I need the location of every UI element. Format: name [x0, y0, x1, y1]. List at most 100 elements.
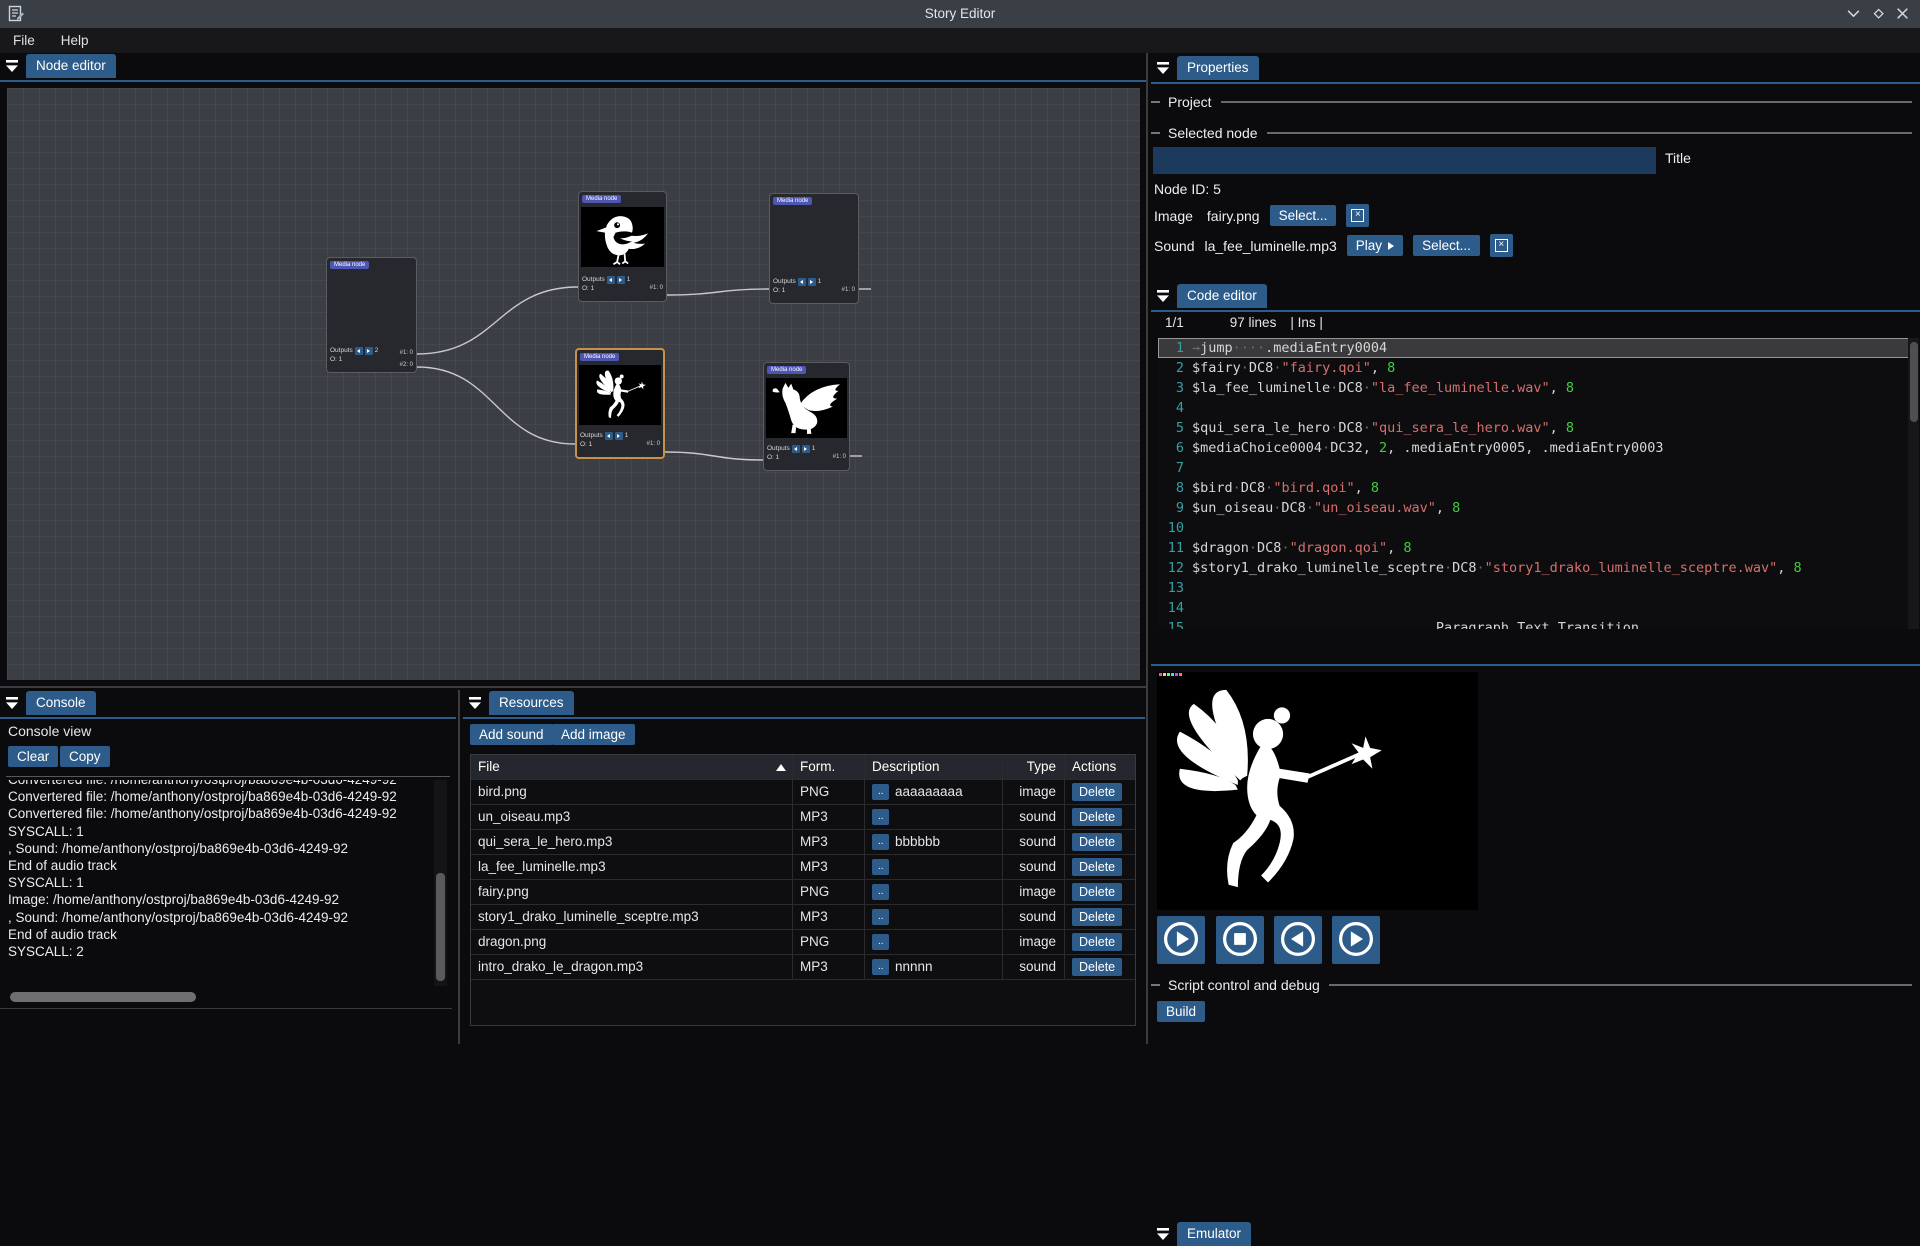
decrement-outputs-button[interactable]: [792, 445, 800, 453]
delete-button[interactable]: Delete: [1072, 808, 1122, 826]
code-line[interactable]: 7: [1158, 458, 1910, 478]
horizontal-splitter[interactable]: [0, 686, 1146, 688]
output-pin-label[interactable]: #2: 0: [400, 362, 413, 368]
edit-description-button[interactable]: ..: [872, 909, 889, 925]
console-clear-button[interactable]: Clear: [8, 746, 58, 767]
code-line[interactable]: 6$mediaChoice0004·DC32, 2, .mediaEntry00…: [1158, 438, 1910, 458]
resource-row[interactable]: fairy.pngPNG..imageDelete: [471, 880, 1135, 905]
node-title-input[interactable]: [1153, 147, 1656, 174]
console-scrollbar-thumb[interactable]: [436, 873, 445, 981]
console-copy-button[interactable]: Copy: [60, 746, 110, 767]
code-line[interactable]: 12$story1_drako_luminelle_sceptre·DC8·"s…: [1158, 558, 1910, 578]
resource-row[interactable]: un_oiseau.mp3MP3..soundDelete: [471, 805, 1135, 830]
add-sound-button[interactable]: Add sound: [470, 724, 553, 745]
column-header-file[interactable]: File: [471, 755, 793, 779]
code-line[interactable]: 4: [1158, 398, 1910, 418]
collapse-icon[interactable]: [1156, 290, 1170, 306]
collapse-icon[interactable]: [5, 60, 19, 76]
tab-emulator[interactable]: Emulator: [1177, 1222, 1251, 1246]
tab-console[interactable]: Console: [26, 691, 96, 715]
menu-file[interactable]: File: [0, 28, 48, 53]
code-line[interactable]: 11$dragon·DC8·"dragon.qoi", 8: [1158, 538, 1910, 558]
delete-button[interactable]: Delete: [1072, 908, 1122, 926]
resource-row[interactable]: intro_drako_le_dragon.mp3MP3..nnnnnsound…: [471, 955, 1135, 980]
tab-resources[interactable]: Resources: [489, 691, 574, 715]
build-button[interactable]: Build: [1157, 1001, 1205, 1022]
output-pin-label[interactable]: #1: 0: [842, 287, 855, 293]
tab-code-editor[interactable]: Code editor: [1177, 284, 1267, 308]
edit-description-button[interactable]: ..: [872, 934, 889, 950]
code-editor-text[interactable]: 1→jump····.mediaEntry00042$fairy·DC8·"fa…: [1158, 338, 1910, 629]
output-pin-label[interactable]: #1: 0: [833, 454, 846, 460]
graph-node-media[interactable]: Media nodeOutputs1O: 1#1: 0: [763, 362, 850, 471]
code-line[interactable]: 5$qui_sera_le_hero·DC8·"qui_sera_le_hero…: [1158, 418, 1910, 438]
console-log[interactable]: Convertered file: /home/anthony/ostproj/…: [8, 780, 432, 986]
resource-row[interactable]: story1_drako_luminelle_sceptre.mp3MP3..s…: [471, 905, 1135, 930]
collapse-icon[interactable]: [5, 697, 19, 713]
column-header-form[interactable]: Form.: [793, 755, 865, 779]
collapse-icon[interactable]: [468, 697, 482, 713]
code-scrollbar[interactable]: [1908, 338, 1919, 629]
sound-clear-button[interactable]: ×: [1490, 234, 1513, 257]
code-line[interactable]: 9$un_oiseau·DC8·"un_oiseau.wav", 8: [1158, 498, 1910, 518]
sound-select-button[interactable]: Select...: [1413, 235, 1480, 256]
minimize-button[interactable]: [1846, 7, 1862, 21]
decrement-outputs-button[interactable]: [607, 276, 615, 284]
vertical-splitter-main[interactable]: [1146, 53, 1148, 1044]
delete-button[interactable]: Delete: [1072, 833, 1122, 851]
resource-row[interactable]: dragon.pngPNG..imageDelete: [471, 930, 1135, 955]
collapse-icon[interactable]: [1156, 62, 1170, 78]
code-line[interactable]: 3$la_fee_luminelle·DC8·"la_fee_luminelle…: [1158, 378, 1910, 398]
column-header-description[interactable]: Description: [865, 755, 1003, 779]
code-line[interactable]: 15 Paragraph Text Transition: [1158, 618, 1910, 629]
collapse-icon[interactable]: [1156, 1228, 1170, 1244]
resource-row[interactable]: bird.pngPNG..aaaaaaaaaimageDelete: [471, 780, 1135, 805]
delete-button[interactable]: Delete: [1072, 883, 1122, 901]
sound-play-button[interactable]: Play: [1347, 235, 1403, 256]
emulator-play-button[interactable]: [1157, 916, 1205, 964]
edit-description-button[interactable]: ..: [872, 784, 889, 800]
console-vertical-scrollbar[interactable]: [434, 780, 447, 986]
code-line[interactable]: 2$fairy·DC8·"fairy.qoi", 8: [1158, 358, 1910, 378]
decrement-outputs-button[interactable]: [798, 278, 806, 286]
increment-outputs-button[interactable]: [808, 278, 816, 286]
maximize-button[interactable]: [1871, 7, 1887, 21]
edit-description-button[interactable]: ..: [872, 834, 889, 850]
code-line[interactable]: 14: [1158, 598, 1910, 618]
image-select-button[interactable]: Select...: [1270, 205, 1337, 226]
node-graph[interactable]: Media nodeOutputs2O: 1#1: 0#2: 0 Media no…: [7, 88, 1140, 680]
edit-description-button[interactable]: ..: [872, 959, 889, 975]
edit-description-button[interactable]: ..: [872, 884, 889, 900]
graph-node-media[interactable]: Media nodeOutputs1O: 1#1: 0: [769, 193, 859, 304]
delete-button[interactable]: Delete: [1072, 958, 1122, 976]
image-clear-button[interactable]: ×: [1346, 204, 1369, 227]
tab-properties[interactable]: Properties: [1177, 56, 1259, 80]
emulator-step-forward-button[interactable]: [1332, 916, 1380, 964]
increment-outputs-button[interactable]: [365, 347, 373, 355]
code-line[interactable]: 13: [1158, 578, 1910, 598]
resource-row[interactable]: qui_sera_le_hero.mp3MP3..bbbbbbsoundDele…: [471, 830, 1135, 855]
code-line[interactable]: 1→jump····.mediaEntry0004: [1158, 338, 1910, 358]
decrement-outputs-button[interactable]: [355, 347, 363, 355]
increment-outputs-button[interactable]: [802, 445, 810, 453]
tab-node-editor[interactable]: Node editor: [26, 54, 116, 78]
console-horizontal-scrollbar[interactable]: [10, 992, 196, 1002]
output-pin-label[interactable]: #1: 0: [650, 285, 663, 291]
edit-description-button[interactable]: ..: [872, 809, 889, 825]
code-scrollbar-thumb[interactable]: [1910, 342, 1918, 422]
graph-node-media[interactable]: Media nodeOutputs1O: 1#1: 0: [578, 191, 667, 302]
delete-button[interactable]: Delete: [1072, 858, 1122, 876]
graph-node-media[interactable]: Media nodeOutputs2O: 1#1: 0#2: 0: [326, 257, 417, 373]
close-icon[interactable]: [1895, 7, 1911, 21]
output-pin-label[interactable]: #1: 0: [647, 441, 660, 447]
decrement-outputs-button[interactable]: [605, 432, 613, 440]
resource-row[interactable]: la_fee_luminelle.mp3MP3..soundDelete: [471, 855, 1135, 880]
delete-button[interactable]: Delete: [1072, 783, 1122, 801]
menu-help[interactable]: Help: [48, 28, 102, 53]
emulator-step-back-button[interactable]: [1274, 916, 1322, 964]
column-header-actions[interactable]: Actions: [1065, 755, 1135, 779]
column-header-type[interactable]: Type: [1003, 755, 1065, 779]
add-image-button[interactable]: Add image: [552, 724, 635, 745]
increment-outputs-button[interactable]: [615, 432, 623, 440]
emulator-stop-button[interactable]: [1216, 916, 1264, 964]
